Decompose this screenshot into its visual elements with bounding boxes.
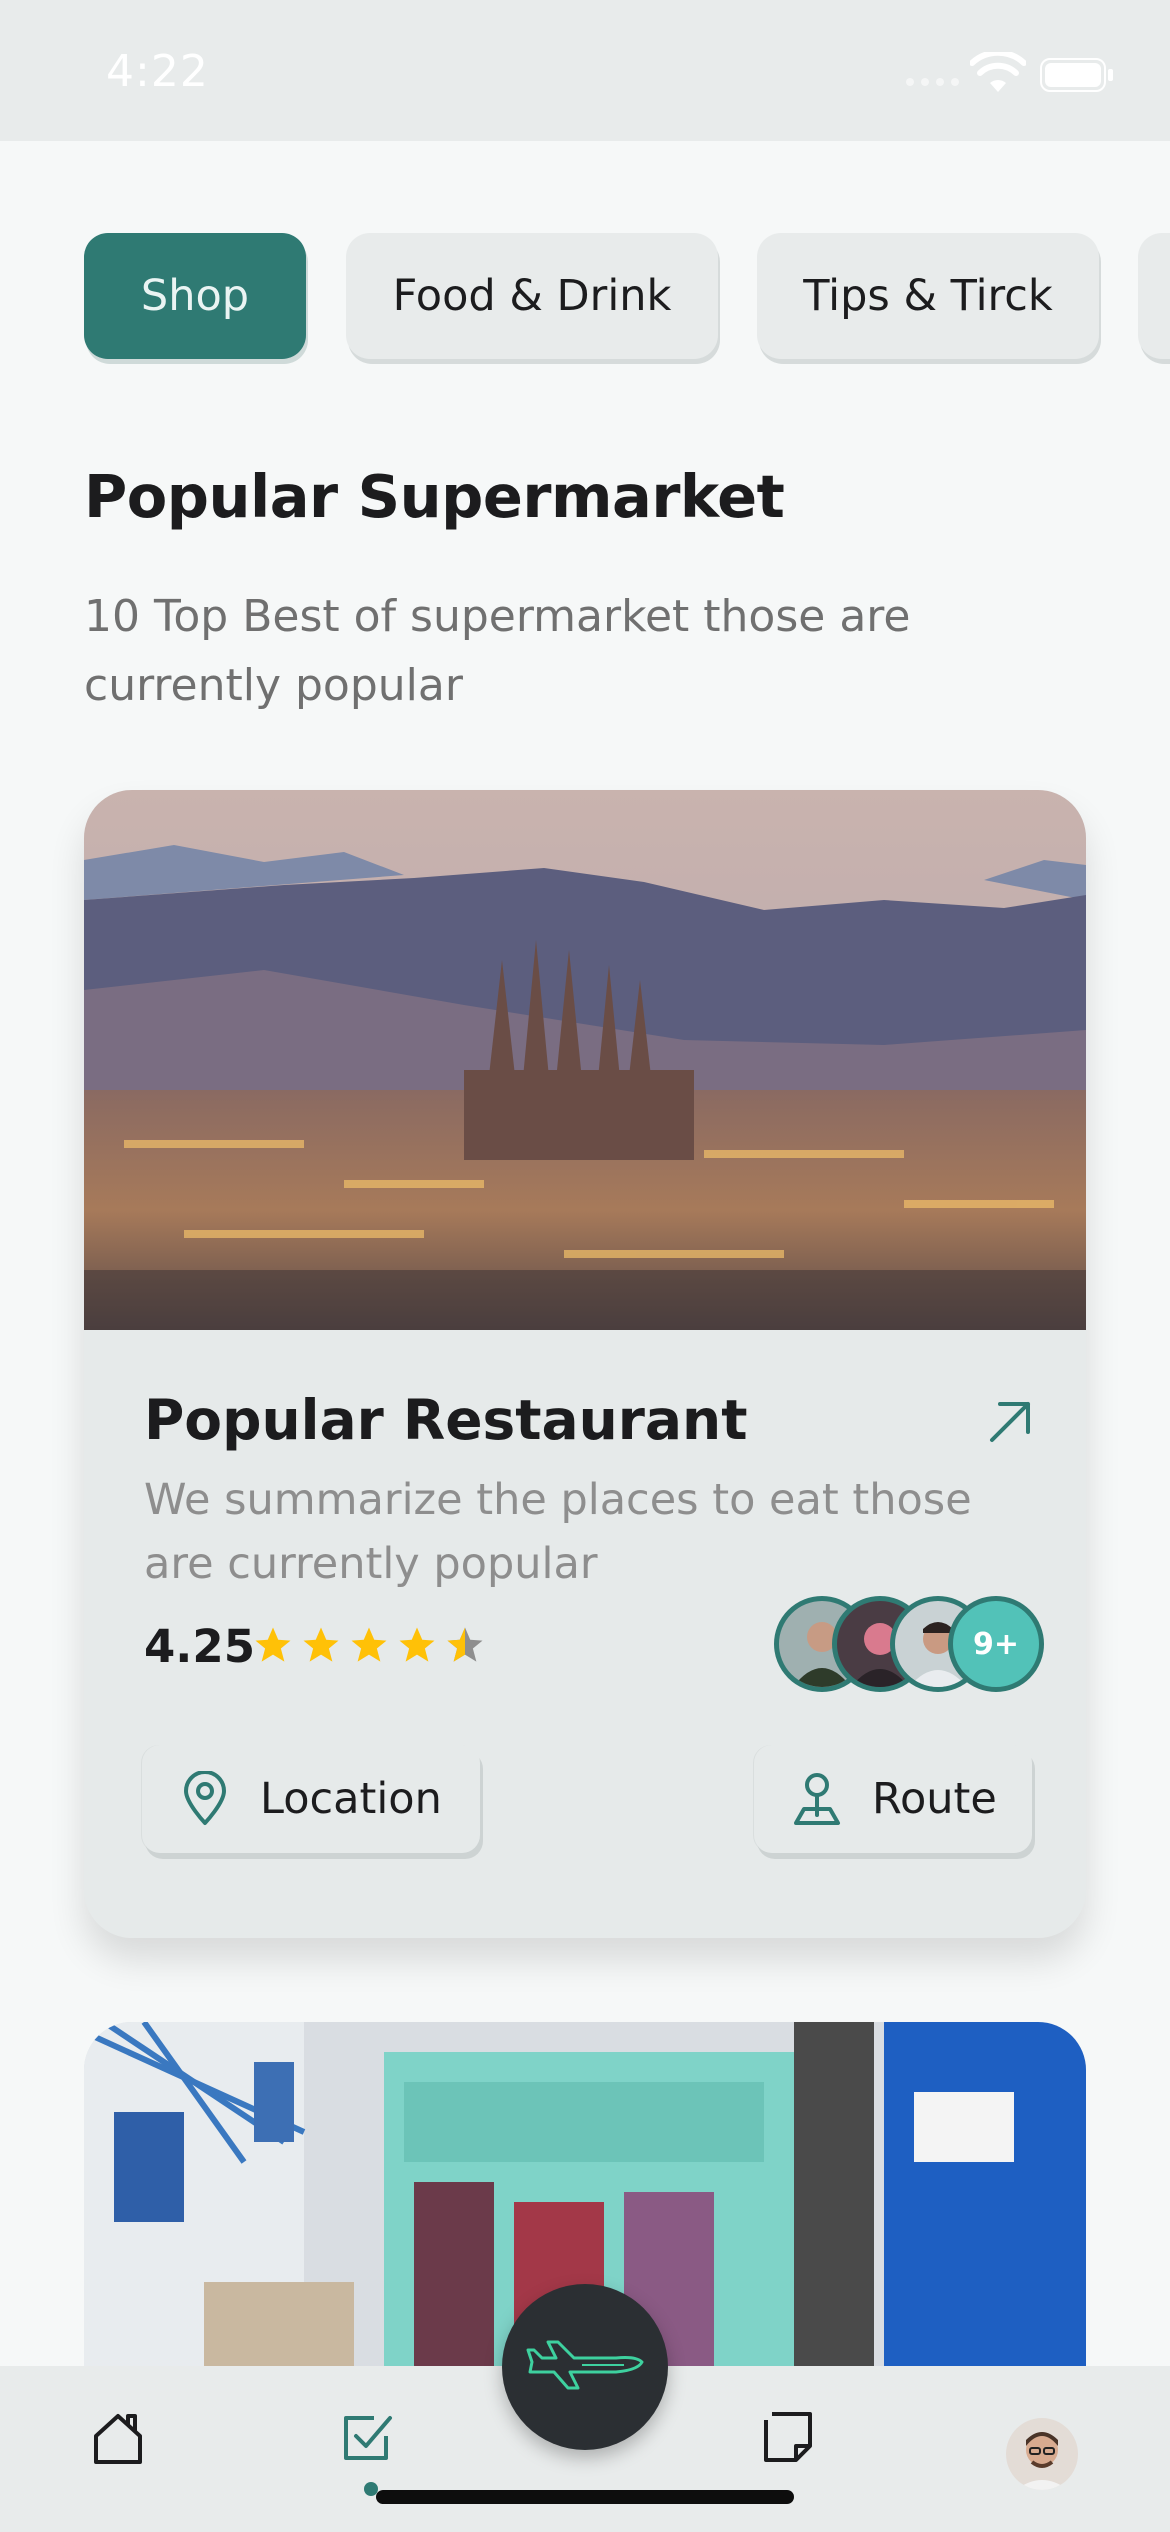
status-time: 4:22 [106,46,209,97]
star-icon [255,1627,291,1662]
route-button[interactable]: Route [754,1745,1032,1853]
star-icon [303,1627,339,1662]
profile-avatar[interactable] [1006,2418,1078,2490]
section-subtitle: 10 Top Best of supermarket those are cur… [84,591,911,711]
star-icon [351,1627,387,1662]
city-photo [84,790,1086,1330]
fab-button[interactable] [502,2284,668,2450]
cellular-signal-icon [906,78,959,86]
notes-icon[interactable] [758,2406,818,2466]
card-description: We summarize the places to eat those are… [144,1475,972,1589]
star-icon [399,1627,435,1662]
section-title: Popular Supermarket [84,462,785,531]
star-half-icon [447,1627,483,1662]
place-card[interactable]: Popular Restaurant We summarize the plac… [84,790,1086,1938]
more-avatars-badge: 9+ [948,1596,1044,1692]
home-indicator [376,2490,794,2504]
location-label: Location [260,1774,442,1824]
wifi-icon [970,52,1026,92]
battery-icon [1040,58,1113,92]
tab-food-drink[interactable]: Food & Drink [346,233,718,359]
card-title: Popular Restaurant [144,1388,748,1452]
route-label: Route [872,1774,997,1824]
tab-more[interactable] [1138,233,1170,359]
tab-shop[interactable]: Shop [84,233,306,359]
checkbox-icon[interactable] [338,2406,398,2466]
category-tabs: Shop Food & Drink Tips & Tirck [84,233,1170,361]
rating-stars [252,1624,486,1666]
arrow-up-right-icon[interactable] [984,1396,1034,1446]
visitor-avatars[interactable]: 9+ [774,1596,1044,1692]
home-icon[interactable] [88,2408,148,2468]
location-button[interactable]: Location [142,1745,480,1853]
route-pin-icon [794,1773,840,1825]
tab-tips-trick[interactable]: Tips & Tirck [757,233,1099,359]
rating-value: 4.25 [144,1620,256,1673]
airplane-icon [526,2340,644,2390]
map-pin-icon [184,1771,226,1825]
status-bar: 4:22 [0,0,1170,141]
